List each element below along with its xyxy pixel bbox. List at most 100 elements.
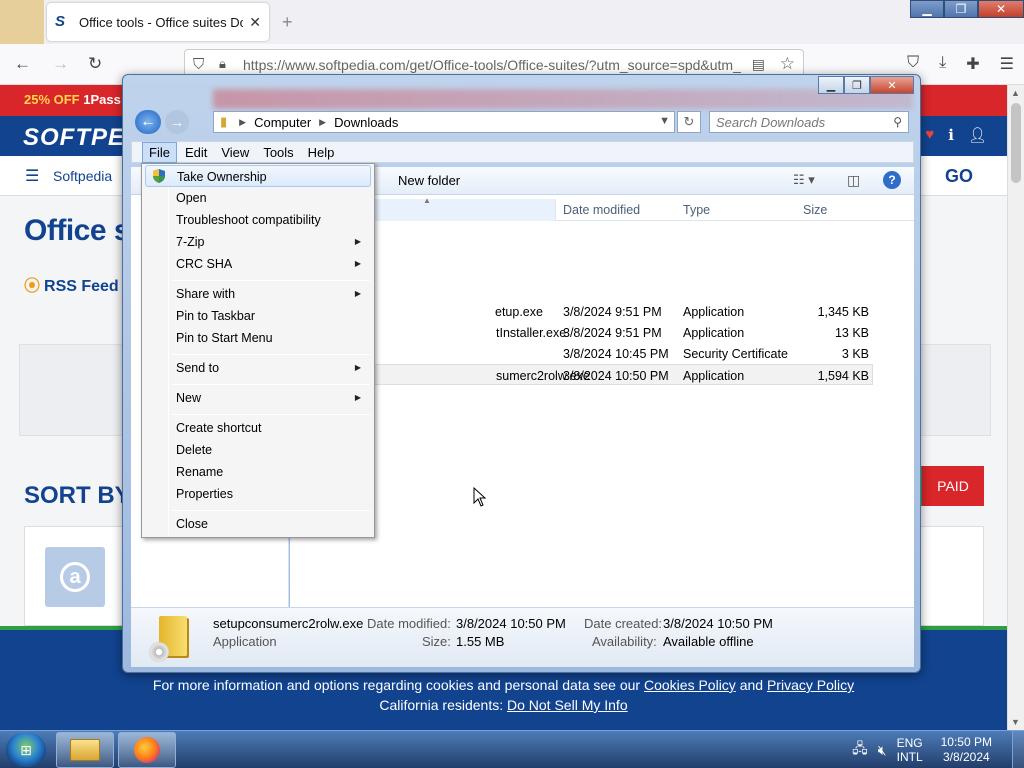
tracking-shield-icon[interactable]: ⛉ xyxy=(193,56,204,73)
menu-item-crc-sha[interactable]: CRC SHA ▶ xyxy=(145,253,371,275)
reader-view-icon[interactable]: ▤ xyxy=(752,56,765,73)
hamburger-icon[interactable]: ☰ xyxy=(25,166,39,186)
menu-item-label: Delete xyxy=(176,443,213,457)
search-placeholder: Search Downloads xyxy=(716,114,826,130)
do-not-sell-link[interactable]: Do Not Sell My Info xyxy=(507,697,628,713)
change-view-icon[interactable]: ☷ ▾ xyxy=(793,172,815,188)
close-window-icon[interactable]: ✕ xyxy=(978,0,1024,18)
menu-item-open[interactable]: Open xyxy=(145,187,371,209)
menu-tools[interactable]: Tools xyxy=(257,143,299,162)
explorer-forward-icon[interactable]: → xyxy=(165,110,189,134)
menu-item-troubleshoot[interactable]: Troubleshoot compatibility xyxy=(145,209,371,231)
start-button-icon[interactable]: ⊞ xyxy=(6,733,46,767)
user-icon[interactable]: 👤︎ xyxy=(968,126,987,144)
explorer-close-icon[interactable]: ✕ xyxy=(870,76,914,94)
maximize-icon[interactable]: ❐ xyxy=(944,0,978,18)
file-type: Application xyxy=(683,305,745,319)
menu-item-take-ownership[interactable]: Take Ownership xyxy=(145,165,371,187)
rss-icon: ⦿ xyxy=(24,278,41,295)
new-tab-icon[interactable]: + xyxy=(282,12,293,33)
column-size[interactable]: Size xyxy=(803,203,827,217)
help-icon[interactable]: ? xyxy=(883,171,901,189)
explorer-refresh-icon[interactable]: ↻ xyxy=(677,111,701,133)
menu-item-properties[interactable]: Properties xyxy=(145,483,371,505)
input-language-indicator[interactable]: ENG INTL xyxy=(897,736,923,764)
file-row-selected[interactable]: sumerc2rolw.exe 3/8/2024 10:50 PM Applic… xyxy=(290,364,873,385)
menu-item-share-with[interactable]: Share with ▶ xyxy=(145,283,371,305)
nav-softpedia-link[interactable]: Softpedia xyxy=(53,168,112,184)
search-icon[interactable]: ⚲ xyxy=(893,115,902,129)
bookmark-star-icon[interactable]: ☆ xyxy=(780,54,795,74)
clock[interactable]: 10:50 PM 3/8/2024 xyxy=(941,735,992,765)
firefox-menu-icon[interactable] xyxy=(0,0,44,44)
volume-muted-icon[interactable]: 🔇︎ xyxy=(878,742,887,759)
explorer-back-icon[interactable]: ← xyxy=(135,110,161,134)
menu-edit[interactable]: Edit xyxy=(179,143,213,162)
menu-view[interactable]: View xyxy=(215,143,255,162)
taskbar-firefox-button[interactable] xyxy=(118,732,176,768)
reload-icon[interactable]: ↻ xyxy=(88,54,102,74)
extensions-icon[interactable]: ✚ xyxy=(966,54,979,74)
file-row[interactable]: 3/8/2024 10:45 PM Security Certificate 3… xyxy=(290,343,870,364)
minimize-icon[interactable]: ▁ xyxy=(910,0,944,18)
address-dropdown-icon[interactable]: ▼ xyxy=(659,115,670,127)
breadcrumb-downloads[interactable]: Downloads xyxy=(334,115,398,130)
softpedia-logo[interactable]: SOFTPE xyxy=(23,124,125,152)
cookie-and: and xyxy=(735,677,767,693)
heart-icon[interactable]: ♥ xyxy=(925,126,934,144)
show-desktop-button[interactable] xyxy=(1012,731,1024,768)
taskbar-explorer-button[interactable] xyxy=(56,732,114,768)
downloads-icon[interactable]: ⤓ xyxy=(939,54,946,74)
explorer-minimize-icon[interactable]: ▁ xyxy=(818,76,844,94)
menu-item-create-shortcut[interactable]: Create shortcut xyxy=(145,417,371,439)
menu-item-7zip[interactable]: 7-Zip ▶ xyxy=(145,231,371,253)
menu-item-delete[interactable]: Delete xyxy=(145,439,371,461)
details-size-label: Size: xyxy=(422,634,451,649)
close-tab-icon[interactable]: ✕ xyxy=(249,14,261,31)
explorer-maximize-icon[interactable]: ❐ xyxy=(844,76,870,94)
menu-item-label: Send to xyxy=(176,361,220,375)
menu-item-close[interactable]: Close xyxy=(145,513,371,535)
mouse-cursor-icon xyxy=(473,487,487,507)
preview-pane-icon[interactable]: ◫ xyxy=(847,172,860,189)
explorer-address-bar[interactable]: ▮ ▶ Computer ▶ Downloads ▼ xyxy=(213,111,675,133)
page-scrollbar[interactable]: ▲ ▼ xyxy=(1007,85,1024,730)
application-file-icon xyxy=(149,614,191,662)
explorer-search-input[interactable]: Search Downloads ⚲ xyxy=(709,111,909,133)
menu-item-new[interactable]: New ▶ xyxy=(145,387,371,409)
privacy-policy-link[interactable]: Privacy Policy xyxy=(767,677,854,693)
menu-item-send-to[interactable]: Send to ▶ xyxy=(145,357,371,379)
menu-item-label: Create shortcut xyxy=(176,421,262,435)
breadcrumb-computer[interactable]: Computer xyxy=(254,115,311,130)
breadcrumb-chevron-icon[interactable]: ▶ xyxy=(239,117,246,128)
menu-item-pin-start-menu[interactable]: Pin to Start Menu xyxy=(145,327,371,349)
paid-filter-button[interactable]: PAID xyxy=(922,466,984,506)
pocket-icon[interactable]: ⛉ xyxy=(907,54,919,74)
info-icon[interactable]: ℹ xyxy=(948,126,954,144)
menu-item-rename[interactable]: Rename xyxy=(145,461,371,483)
cookies-policy-link[interactable]: Cookies Policy xyxy=(644,677,736,693)
column-date-modified[interactable]: Date modified xyxy=(563,203,640,217)
back-icon[interactable]: ← xyxy=(14,54,31,74)
browser-tab[interactable]: S Office tools - Office suites Dow ✕ xyxy=(47,3,269,41)
lock-icon[interactable]: 🔒︎ xyxy=(219,56,226,72)
scroll-down-icon[interactable]: ▼ xyxy=(1011,717,1020,727)
file-row[interactable]: tInstaller.exe 3/8/2024 9:51 PM Applicat… xyxy=(290,322,870,343)
file-date: 3/8/2024 9:51 PM xyxy=(563,305,662,319)
hamburger-menu-icon[interactable]: ☰ xyxy=(1000,54,1014,74)
app-icon[interactable]: a xyxy=(45,547,105,607)
menu-file[interactable]: File xyxy=(142,141,177,163)
forward-icon[interactable]: → xyxy=(52,54,69,74)
new-folder-button[interactable]: New folder xyxy=(398,173,460,188)
file-row[interactable]: etup.exe 3/8/2024 9:51 PM Application 1,… xyxy=(290,301,870,322)
breadcrumb-chevron-icon[interactable]: ▶ xyxy=(319,117,326,128)
submenu-arrow-icon: ▶ xyxy=(354,259,361,268)
menu-item-pin-taskbar[interactable]: Pin to Taskbar xyxy=(145,305,371,327)
scrollbar-thumb[interactable] xyxy=(1011,103,1021,183)
go-button[interactable]: GO xyxy=(945,166,973,187)
menu-help[interactable]: Help xyxy=(302,143,341,162)
scroll-up-icon[interactable]: ▲ xyxy=(1011,88,1020,98)
rss-feed-link[interactable]: ⦿ RSS Feed xyxy=(24,272,119,296)
network-icon[interactable]: 🖧︎ xyxy=(852,738,868,762)
column-type[interactable]: Type xyxy=(683,203,710,217)
